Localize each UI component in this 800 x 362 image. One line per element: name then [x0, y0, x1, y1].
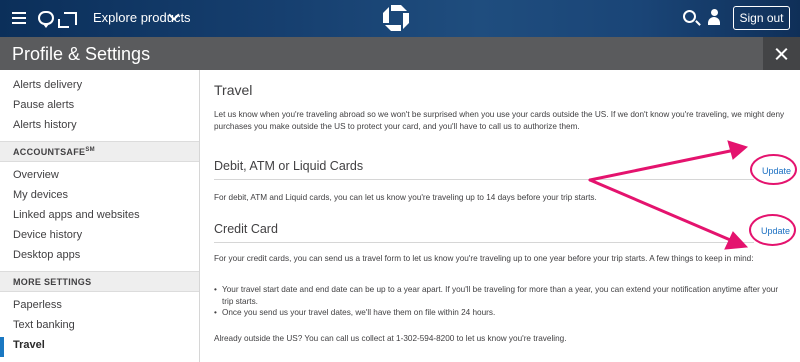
- card-icon[interactable]: [58, 12, 77, 28]
- list-item: Once you send us your travel dates, we'l…: [214, 307, 784, 319]
- debit-text: For debit, ATM and Liquid cards, you can…: [214, 193, 597, 202]
- active-indicator: [0, 337, 4, 357]
- profile-settings-header: Profile & Settings: [0, 37, 800, 70]
- credit-footer: Already outside the US? You can call us …: [214, 334, 567, 343]
- sidebar-item-device-history[interactable]: Device history: [13, 229, 82, 241]
- main-content: Travel Let us know when you're traveling…: [200, 70, 800, 362]
- section-title: Travel: [214, 82, 253, 98]
- credit-heading: Credit Card: [214, 222, 278, 236]
- sidebar-item-my-devices[interactable]: My devices: [13, 189, 68, 201]
- divider: [214, 242, 754, 243]
- page-title: Profile & Settings: [12, 44, 151, 64]
- chat-icon[interactable]: [38, 11, 54, 28]
- sidebar-section-accountsafe: ACCOUNTSAFESM: [0, 141, 199, 162]
- search-icon[interactable]: [683, 10, 696, 23]
- sidebar-item-alerts-delivery[interactable]: Alerts delivery: [13, 79, 82, 91]
- sign-out-button[interactable]: Sign out: [733, 6, 790, 30]
- sidebar-item-linked-apps[interactable]: Linked apps and websites: [13, 209, 140, 221]
- credit-bullets: Your travel start date and end date can …: [214, 284, 784, 319]
- section-label: MORE SETTINGS: [13, 277, 92, 287]
- annotation-circle: [750, 154, 797, 185]
- close-icon[interactable]: [763, 37, 800, 70]
- service-mark: SM: [85, 147, 95, 153]
- intro-text: Let us know when you're traveling abroad…: [214, 110, 785, 131]
- sidebar-section-more-settings: MORE SETTINGS: [0, 271, 199, 292]
- sidebar-item-travel[interactable]: Travel: [13, 339, 45, 351]
- chase-logo[interactable]: [382, 4, 410, 32]
- section-label: ACCOUNTSAFE: [13, 147, 86, 157]
- sidebar-item-overview[interactable]: Overview: [13, 169, 59, 181]
- annotation-circle: [749, 214, 796, 246]
- sidebar-item-text-banking[interactable]: Text banking: [13, 319, 75, 331]
- sidebar-item-paperless[interactable]: Paperless: [13, 299, 62, 311]
- sidebar-item-pause-alerts[interactable]: Pause alerts: [13, 99, 74, 111]
- menu-icon[interactable]: [12, 12, 26, 24]
- debit-heading: Debit, ATM or Liquid Cards: [214, 159, 364, 173]
- credit-text: For your credit cards, you can send us a…: [214, 254, 754, 263]
- divider: [214, 179, 754, 180]
- person-icon[interactable]: [708, 9, 720, 27]
- list-item: Your travel start date and end date can …: [214, 284, 784, 307]
- sidebar-item-alerts-history[interactable]: Alerts history: [13, 119, 77, 131]
- sidebar-item-desktop-apps[interactable]: Desktop apps: [13, 249, 80, 261]
- sidebar: Alerts delivery Pause alerts Alerts hist…: [0, 70, 200, 362]
- top-navigation: Explore products Sign out: [0, 0, 800, 37]
